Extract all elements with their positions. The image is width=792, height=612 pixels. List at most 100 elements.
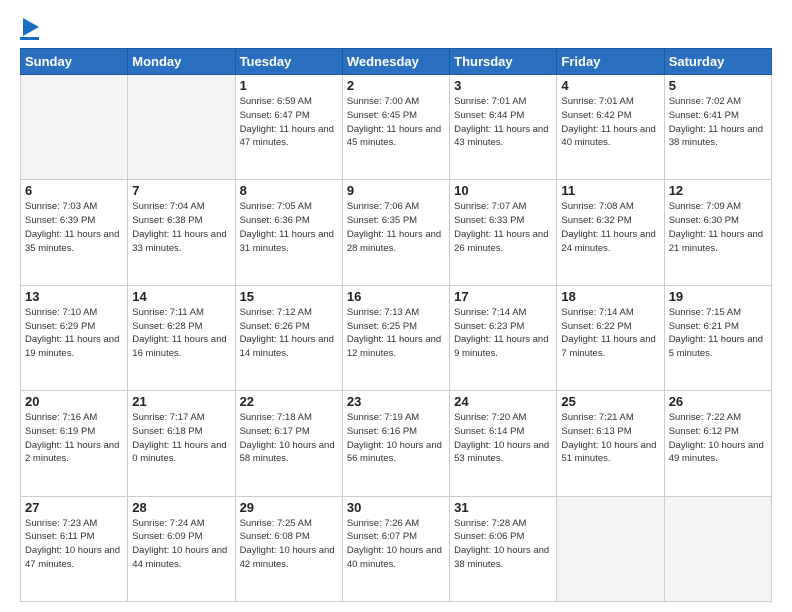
calendar-cell: 16 Sunrise: 7:13 AM Sunset: 6:25 PM Dayli… [342, 285, 449, 390]
calendar-cell: 26 Sunrise: 7:22 AM Sunset: 6:12 PM Dayli… [664, 391, 771, 496]
day-number: 21 [132, 394, 230, 409]
cell-info: Sunrise: 7:19 AM Sunset: 6:16 PM Dayligh… [347, 411, 445, 466]
cell-info: Sunrise: 7:12 AM Sunset: 6:26 PM Dayligh… [240, 306, 338, 361]
cell-info: Sunrise: 7:00 AM Sunset: 6:45 PM Dayligh… [347, 95, 445, 150]
calendar-cell: 20 Sunrise: 7:16 AM Sunset: 6:19 PM Dayli… [21, 391, 128, 496]
cell-info: Sunrise: 7:23 AM Sunset: 6:11 PM Dayligh… [25, 517, 123, 572]
day-number: 29 [240, 500, 338, 515]
calendar-cell: 10 Sunrise: 7:07 AM Sunset: 6:33 PM Dayli… [450, 180, 557, 285]
calendar-header-monday: Monday [128, 49, 235, 75]
cell-info: Sunrise: 7:28 AM Sunset: 6:06 PM Dayligh… [454, 517, 552, 572]
calendar-cell: 28 Sunrise: 7:24 AM Sunset: 6:09 PM Dayli… [128, 496, 235, 601]
day-number: 12 [669, 183, 767, 198]
cell-info: Sunrise: 7:09 AM Sunset: 6:30 PM Dayligh… [669, 200, 767, 255]
day-number: 30 [347, 500, 445, 515]
day-number: 17 [454, 289, 552, 304]
cell-info: Sunrise: 7:08 AM Sunset: 6:32 PM Dayligh… [561, 200, 659, 255]
cell-info: Sunrise: 7:03 AM Sunset: 6:39 PM Dayligh… [25, 200, 123, 255]
calendar-cell: 24Sunrise: 7:20 AM Sunset: 6:14 PM Dayli… [450, 391, 557, 496]
day-number: 22 [240, 394, 338, 409]
cell-info: Sunrise: 7:04 AM Sunset: 6:38 PM Dayligh… [132, 200, 230, 255]
day-number: 16 [347, 289, 445, 304]
cell-info: Sunrise: 7:11 AM Sunset: 6:28 PM Dayligh… [132, 306, 230, 361]
calendar-cell: 3 Sunrise: 7:01 AM Sunset: 6:44 PM Daylig… [450, 75, 557, 180]
day-number: 5 [669, 78, 767, 93]
calendar-cell: 21Sunrise: 7:17 AM Sunset: 6:18 PM Dayli… [128, 391, 235, 496]
calendar-cell: 2 Sunrise: 7:00 AM Sunset: 6:45 PM Daylig… [342, 75, 449, 180]
calendar-cell [557, 496, 664, 601]
calendar-cell: 9Sunrise: 7:06 AM Sunset: 6:35 PM Daylig… [342, 180, 449, 285]
day-number: 8 [240, 183, 338, 198]
calendar-cell: 8 Sunrise: 7:05 AM Sunset: 6:36 PM Daylig… [235, 180, 342, 285]
calendar-cell: 7 Sunrise: 7:04 AM Sunset: 6:38 PM Daylig… [128, 180, 235, 285]
cell-info: Sunrise: 7:18 AM Sunset: 6:17 PM Dayligh… [240, 411, 338, 466]
calendar-cell: 15 Sunrise: 7:12 AM Sunset: 6:26 PM Dayli… [235, 285, 342, 390]
day-number: 6 [25, 183, 123, 198]
cell-info: Sunrise: 7:05 AM Sunset: 6:36 PM Dayligh… [240, 200, 338, 255]
cell-info: Sunrise: 7:15 AM Sunset: 6:21 PM Dayligh… [669, 306, 767, 361]
calendar-table: SundayMondayTuesdayWednesdayThursdayFrid… [20, 48, 772, 602]
cell-info: Sunrise: 6:59 AM Sunset: 6:47 PM Dayligh… [240, 95, 338, 150]
cell-info: Sunrise: 7:21 AM Sunset: 6:13 PM Dayligh… [561, 411, 659, 466]
calendar-cell [128, 75, 235, 180]
calendar-cell [21, 75, 128, 180]
calendar-header-wednesday: Wednesday [342, 49, 449, 75]
calendar-week-row: 13Sunrise: 7:10 AM Sunset: 6:29 PM Dayli… [21, 285, 772, 390]
logo-underline [20, 37, 39, 40]
calendar-header-saturday: Saturday [664, 49, 771, 75]
calendar-header-thursday: Thursday [450, 49, 557, 75]
day-number: 1 [240, 78, 338, 93]
logo [20, 18, 39, 40]
calendar-cell: 14 Sunrise: 7:11 AM Sunset: 6:28 PM Dayli… [128, 285, 235, 390]
cell-info: Sunrise: 7:26 AM Sunset: 6:07 PM Dayligh… [347, 517, 445, 572]
calendar-week-row: 20 Sunrise: 7:16 AM Sunset: 6:19 PM Dayli… [21, 391, 772, 496]
day-number: 9 [347, 183, 445, 198]
calendar-cell: 13Sunrise: 7:10 AM Sunset: 6:29 PM Dayli… [21, 285, 128, 390]
day-number: 19 [669, 289, 767, 304]
day-number: 26 [669, 394, 767, 409]
calendar-cell: 1 Sunrise: 6:59 AM Sunset: 6:47 PM Daylig… [235, 75, 342, 180]
cell-info: Sunrise: 7:24 AM Sunset: 6:09 PM Dayligh… [132, 517, 230, 572]
day-number: 2 [347, 78, 445, 93]
calendar-cell: 25 Sunrise: 7:21 AM Sunset: 6:13 PM Dayli… [557, 391, 664, 496]
day-number: 4 [561, 78, 659, 93]
day-number: 14 [132, 289, 230, 304]
cell-info: Sunrise: 7:25 AM Sunset: 6:08 PM Dayligh… [240, 517, 338, 572]
day-number: 7 [132, 183, 230, 198]
day-number: 3 [454, 78, 552, 93]
day-number: 28 [132, 500, 230, 515]
cell-info: Sunrise: 7:14 AM Sunset: 6:23 PM Dayligh… [454, 306, 552, 361]
cell-info: Sunrise: 7:01 AM Sunset: 6:44 PM Dayligh… [454, 95, 552, 150]
calendar-cell: 11 Sunrise: 7:08 AM Sunset: 6:32 PM Dayli… [557, 180, 664, 285]
cell-info: Sunrise: 7:01 AM Sunset: 6:42 PM Dayligh… [561, 95, 659, 150]
calendar-cell: 4 Sunrise: 7:01 AM Sunset: 6:42 PM Daylig… [557, 75, 664, 180]
cell-info: Sunrise: 7:22 AM Sunset: 6:12 PM Dayligh… [669, 411, 767, 466]
calendar-header-row: SundayMondayTuesdayWednesdayThursdayFrid… [21, 49, 772, 75]
calendar-week-row: 27Sunrise: 7:23 AM Sunset: 6:11 PM Dayli… [21, 496, 772, 601]
day-number: 23 [347, 394, 445, 409]
calendar-cell: 31 Sunrise: 7:28 AM Sunset: 6:06 PM Dayli… [450, 496, 557, 601]
cell-info: Sunrise: 7:13 AM Sunset: 6:25 PM Dayligh… [347, 306, 445, 361]
cell-info: Sunrise: 7:10 AM Sunset: 6:29 PM Dayligh… [25, 306, 123, 361]
calendar-cell: 19 Sunrise: 7:15 AM Sunset: 6:21 PM Dayli… [664, 285, 771, 390]
day-number: 18 [561, 289, 659, 304]
cell-info: Sunrise: 7:16 AM Sunset: 6:19 PM Dayligh… [25, 411, 123, 466]
day-number: 15 [240, 289, 338, 304]
calendar-cell: 30 Sunrise: 7:26 AM Sunset: 6:07 PM Dayli… [342, 496, 449, 601]
header [20, 18, 772, 40]
calendar-cell: 23 Sunrise: 7:19 AM Sunset: 6:16 PM Dayli… [342, 391, 449, 496]
calendar-cell: 17 Sunrise: 7:14 AM Sunset: 6:23 PM Dayli… [450, 285, 557, 390]
day-number: 20 [25, 394, 123, 409]
day-number: 25 [561, 394, 659, 409]
calendar-header-friday: Friday [557, 49, 664, 75]
day-number: 10 [454, 183, 552, 198]
cell-info: Sunrise: 7:07 AM Sunset: 6:33 PM Dayligh… [454, 200, 552, 255]
calendar-cell [664, 496, 771, 601]
calendar-cell: 29 Sunrise: 7:25 AM Sunset: 6:08 PM Dayli… [235, 496, 342, 601]
day-number: 11 [561, 183, 659, 198]
calendar-cell: 6 Sunrise: 7:03 AM Sunset: 6:39 PM Daylig… [21, 180, 128, 285]
cell-info: Sunrise: 7:14 AM Sunset: 6:22 PM Dayligh… [561, 306, 659, 361]
day-number: 31 [454, 500, 552, 515]
page: SundayMondayTuesdayWednesdayThursdayFrid… [0, 0, 792, 612]
calendar-week-row: 1 Sunrise: 6:59 AM Sunset: 6:47 PM Daylig… [21, 75, 772, 180]
